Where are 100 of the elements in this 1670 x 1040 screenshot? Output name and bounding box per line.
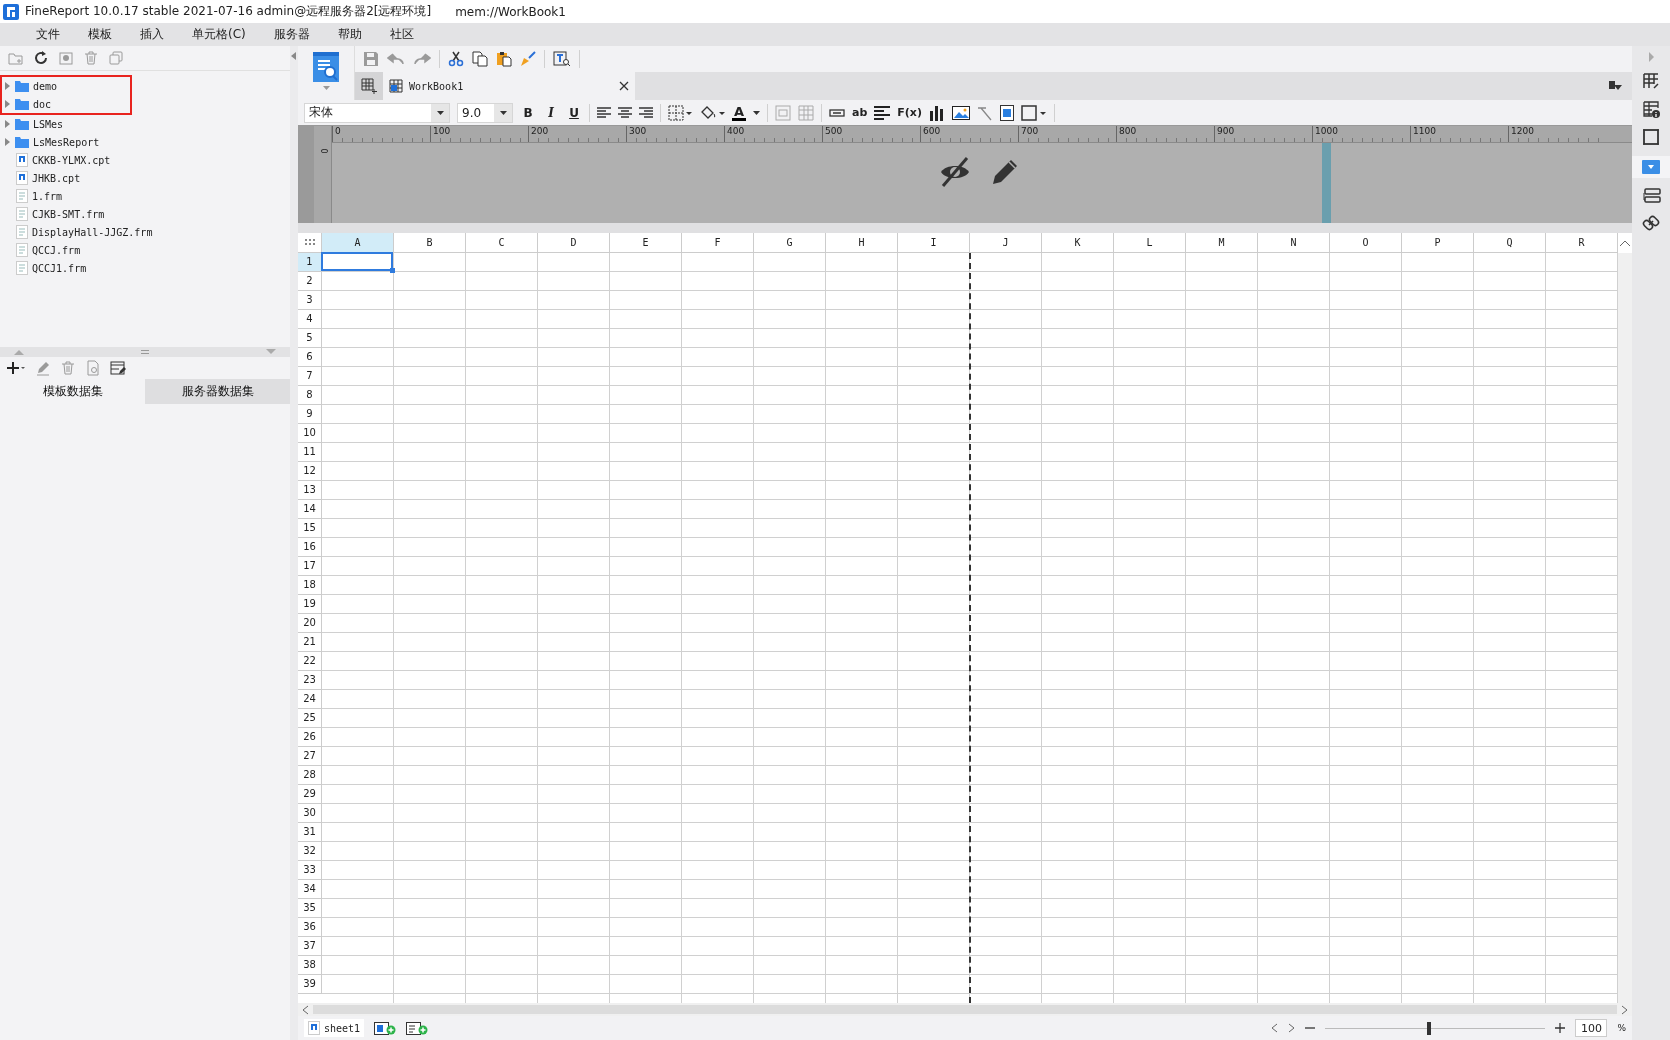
caret-icon[interactable] [753, 110, 760, 115]
menu-item[interactable]: 模板 [74, 26, 126, 43]
column-header[interactable]: Q [1474, 233, 1546, 253]
edit-icon[interactable] [35, 360, 51, 376]
row-header[interactable]: 33 [298, 861, 322, 880]
row-header[interactable]: 36 [298, 918, 322, 937]
row-header[interactable]: 26 [298, 728, 322, 747]
formula-button[interactable]: F(x) [897, 106, 922, 119]
column-header[interactable]: A [322, 233, 394, 253]
cell-attributes-icon[interactable] [1642, 72, 1660, 90]
row-header[interactable]: 7 [298, 367, 322, 386]
scroll-left-icon[interactable] [302, 1004, 309, 1015]
find-text-icon[interactable] [553, 51, 571, 67]
column-header[interactable]: R [1546, 233, 1618, 253]
dropdown-widget-icon[interactable] [1642, 160, 1660, 174]
caret-icon[interactable] [436, 110, 444, 115]
font-size-select[interactable]: 9.0 [457, 102, 513, 123]
column-header[interactable]: H [826, 233, 898, 253]
add-form-sheet-icon[interactable] [406, 1021, 429, 1035]
menu-item[interactable]: 文件 [22, 26, 74, 43]
column-header[interactable]: C [466, 233, 538, 253]
scroll-right-icon[interactable] [1621, 1004, 1628, 1015]
column-header[interactable]: L [1114, 233, 1186, 253]
selected-cell[interactable] [321, 252, 393, 271]
row-header[interactable]: 3 [298, 291, 322, 310]
scissors-icon[interactable] [448, 51, 464, 67]
row-header[interactable]: 39 [298, 975, 322, 994]
row-header[interactable]: 38 [298, 956, 322, 975]
row-header[interactable]: 25 [298, 709, 322, 728]
column-header[interactable]: F [682, 233, 754, 253]
table-edit-icon[interactable] [110, 360, 126, 376]
tree-item[interactable]: JHKB.cpt [32, 172, 81, 184]
expand-arrow-icon[interactable] [4, 120, 11, 128]
document-tab[interactable]: WorkBook1 [383, 72, 635, 100]
tree-item[interactable]: LSMes [33, 118, 64, 130]
border-icon[interactable] [668, 104, 692, 121]
column-header[interactable]: M [1186, 233, 1258, 253]
row-header[interactable]: 15 [298, 519, 322, 538]
add-dataset-icon[interactable] [6, 360, 26, 376]
cell-info-icon[interactable] [1642, 100, 1660, 118]
page-edge-marker[interactable] [1322, 143, 1331, 223]
menu-item[interactable]: 插入 [126, 26, 178, 43]
align-center-icon[interactable] [618, 106, 632, 119]
frame-icon[interactable] [1020, 104, 1047, 121]
subreport-icon[interactable] [999, 104, 1014, 121]
row-header[interactable]: 22 [298, 652, 322, 671]
sheet-tab[interactable]: sheet1 [304, 1019, 365, 1037]
row-header[interactable]: 29 [298, 785, 322, 804]
menu-item[interactable]: 帮助 [323, 26, 376, 43]
condition-icon[interactable] [1641, 188, 1661, 204]
align-right-icon[interactable] [639, 106, 653, 119]
row-header[interactable]: 31 [298, 823, 322, 842]
column-header[interactable]: J [970, 233, 1042, 253]
settings-icon[interactable] [58, 50, 74, 66]
row-header[interactable]: 17 [298, 557, 322, 576]
underline-button[interactable]: U [566, 105, 582, 120]
tree-item[interactable]: 1.frm [32, 190, 63, 202]
diagonal-line-icon[interactable] [976, 104, 993, 121]
paste-icon[interactable] [496, 51, 512, 67]
row-header[interactable]: 23 [298, 671, 322, 690]
row-header[interactable]: 2 [298, 272, 322, 291]
expand-arrow-icon[interactable] [4, 100, 11, 108]
font-select[interactable]: 宋体 [304, 102, 450, 123]
row-header[interactable]: 13 [298, 481, 322, 500]
row-header[interactable]: 21 [298, 633, 322, 652]
text-field-icon[interactable] [829, 108, 845, 117]
frame-icon[interactable] [1642, 128, 1660, 146]
expand-arrow-icon[interactable] [4, 138, 11, 146]
undo-icon[interactable] [387, 52, 405, 66]
column-header[interactable]: G [754, 233, 826, 253]
row-header[interactable]: 12 [298, 462, 322, 481]
format-brush-icon[interactable] [520, 51, 536, 67]
row-header[interactable]: 10 [298, 424, 322, 443]
split-cells-icon[interactable] [798, 104, 814, 121]
row-header[interactable]: 5 [298, 329, 322, 348]
column-header[interactable]: O [1330, 233, 1402, 253]
row-header[interactable]: 4 [298, 310, 322, 329]
column-header[interactable]: B [394, 233, 466, 253]
expand-arrow-icon[interactable] [4, 82, 11, 90]
select-all-icon[interactable] [303, 237, 316, 248]
row-header[interactable]: 6 [298, 348, 322, 367]
hidden-eye-icon[interactable] [939, 156, 971, 188]
row-header[interactable]: 9 [298, 405, 322, 424]
delete-icon[interactable] [60, 360, 76, 376]
redo-icon[interactable] [413, 52, 431, 66]
column-header[interactable]: D [538, 233, 610, 253]
tree-item[interactable]: demo [33, 80, 58, 92]
cell-grid[interactable] [322, 253, 1618, 1003]
row-header[interactable]: 18 [298, 576, 322, 595]
column-header[interactable]: K [1042, 233, 1114, 253]
tree-item[interactable]: DisplayHall-JJGZ.frm [32, 226, 153, 238]
vertical-scrollbar[interactable] [1618, 253, 1632, 1003]
bar-chart-icon[interactable] [928, 104, 945, 121]
row-header[interactable]: 24 [298, 690, 322, 709]
column-header[interactable]: E [610, 233, 682, 253]
menu-item[interactable]: 社区 [375, 26, 428, 43]
add-report-sheet-icon[interactable] [374, 1021, 397, 1035]
row-header[interactable]: 34 [298, 880, 322, 899]
tab-menu-icon[interactable] [1608, 80, 1622, 92]
tree-item[interactable]: CJKB-SMT.frm [32, 208, 105, 220]
